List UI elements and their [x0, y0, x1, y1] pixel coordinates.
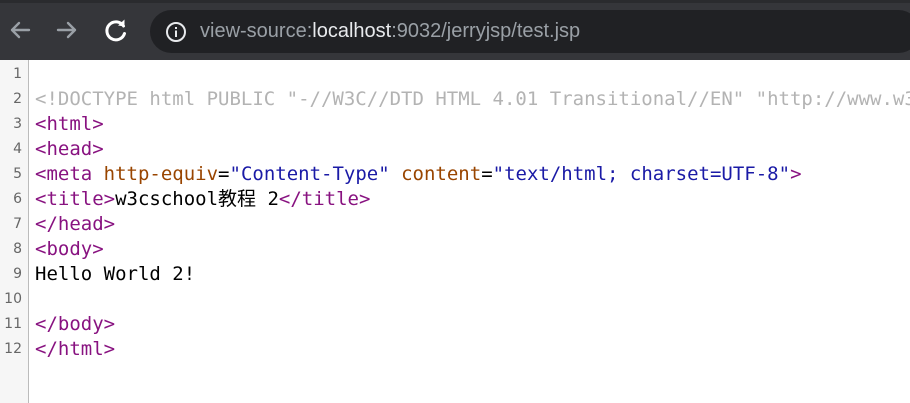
meta-tag: <meta http-equiv="Content-Type" content=…	[35, 162, 802, 187]
source-line: 3 <html>	[0, 112, 910, 137]
url-text[interactable]: view-source:localhost:9032/jerryjsp/test…	[200, 10, 580, 53]
html-close-tag: </html>	[35, 338, 116, 360]
title-open-tag: <title>	[35, 188, 116, 210]
meta-close: >	[790, 163, 802, 185]
body-close-tag: </body>	[35, 313, 116, 335]
source-line: 5 <meta http-equiv="Content-Type" conten…	[0, 162, 910, 187]
line-number: 12	[4, 341, 22, 357]
value-charset: "text/html; charset=UTF-8"	[492, 163, 791, 185]
reload-icon	[105, 19, 126, 42]
body-open-tag: <body>	[35, 238, 104, 260]
line-number: 3	[13, 116, 22, 132]
doctype-declaration: <!DOCTYPE html PUBLIC "-//W3C//DTD HTML …	[35, 88, 910, 110]
line-number: 10	[4, 291, 22, 307]
line-number: 8	[13, 241, 22, 257]
source-line: 6 <title>w3cschool教程 2</title>	[0, 187, 910, 212]
body-text: Hello World 2!	[35, 263, 196, 285]
title-text: w3cschool教程 2	[115, 188, 279, 210]
source-line: 10	[0, 287, 910, 312]
head-close-tag: </head>	[35, 213, 116, 235]
back-arrow-icon	[10, 21, 31, 39]
forward-button[interactable]	[51, 14, 83, 46]
forward-arrow-icon	[56, 21, 77, 39]
source-view: 1 2 <!DOCTYPE html PUBLIC "-//W3C//DTD H…	[0, 60, 910, 403]
url-scheme: view-source:	[200, 20, 313, 42]
url-host: localhost	[312, 20, 392, 42]
attr-content: content	[401, 163, 482, 185]
source-line: 9 Hello World 2!	[0, 262, 910, 287]
source-line: 11 </body>	[0, 312, 910, 337]
source-line: 7 </head>	[0, 212, 910, 237]
line-number: 7	[13, 216, 22, 232]
line-number: 9	[13, 266, 22, 282]
window-top-edge	[0, 0, 910, 3]
equals-sign: =	[218, 163, 230, 185]
url-port-path: :9032/jerryjsp/test.jsp	[391, 20, 581, 42]
source-line: 12 </html>	[0, 337, 910, 362]
equals-sign: =	[481, 163, 493, 185]
info-icon[interactable]	[164, 20, 188, 44]
attr-http-equiv: http-equiv	[103, 163, 219, 185]
line-number: 11	[4, 316, 22, 332]
source-line: 2 <!DOCTYPE html PUBLIC "-//W3C//DTD HTM…	[0, 87, 910, 112]
title-element: <title>w3cschool教程 2</title>	[35, 187, 370, 212]
value-content-type: "Content-Type"	[229, 163, 390, 185]
line-number: 5	[13, 166, 22, 182]
address-bar[interactable]: view-source:localhost:9032/jerryjsp/test…	[150, 10, 910, 53]
back-button[interactable]	[4, 14, 36, 46]
source-line: 8 <body>	[0, 237, 910, 262]
browser-toolbar: view-source:localhost:9032/jerryjsp/test…	[0, 0, 910, 60]
head-open-tag: <head>	[35, 138, 104, 160]
line-number: 2	[13, 91, 22, 107]
line-number: 4	[13, 141, 22, 157]
meta-open: <meta	[35, 163, 93, 185]
title-close-tag: </title>	[278, 188, 371, 210]
line-number: 6	[13, 191, 22, 207]
reload-button[interactable]	[100, 14, 132, 46]
html-open-tag: <html>	[35, 113, 104, 135]
line-number: 1	[13, 66, 22, 82]
source-line: 4 <head>	[0, 137, 910, 162]
source-line: 1	[0, 62, 910, 87]
